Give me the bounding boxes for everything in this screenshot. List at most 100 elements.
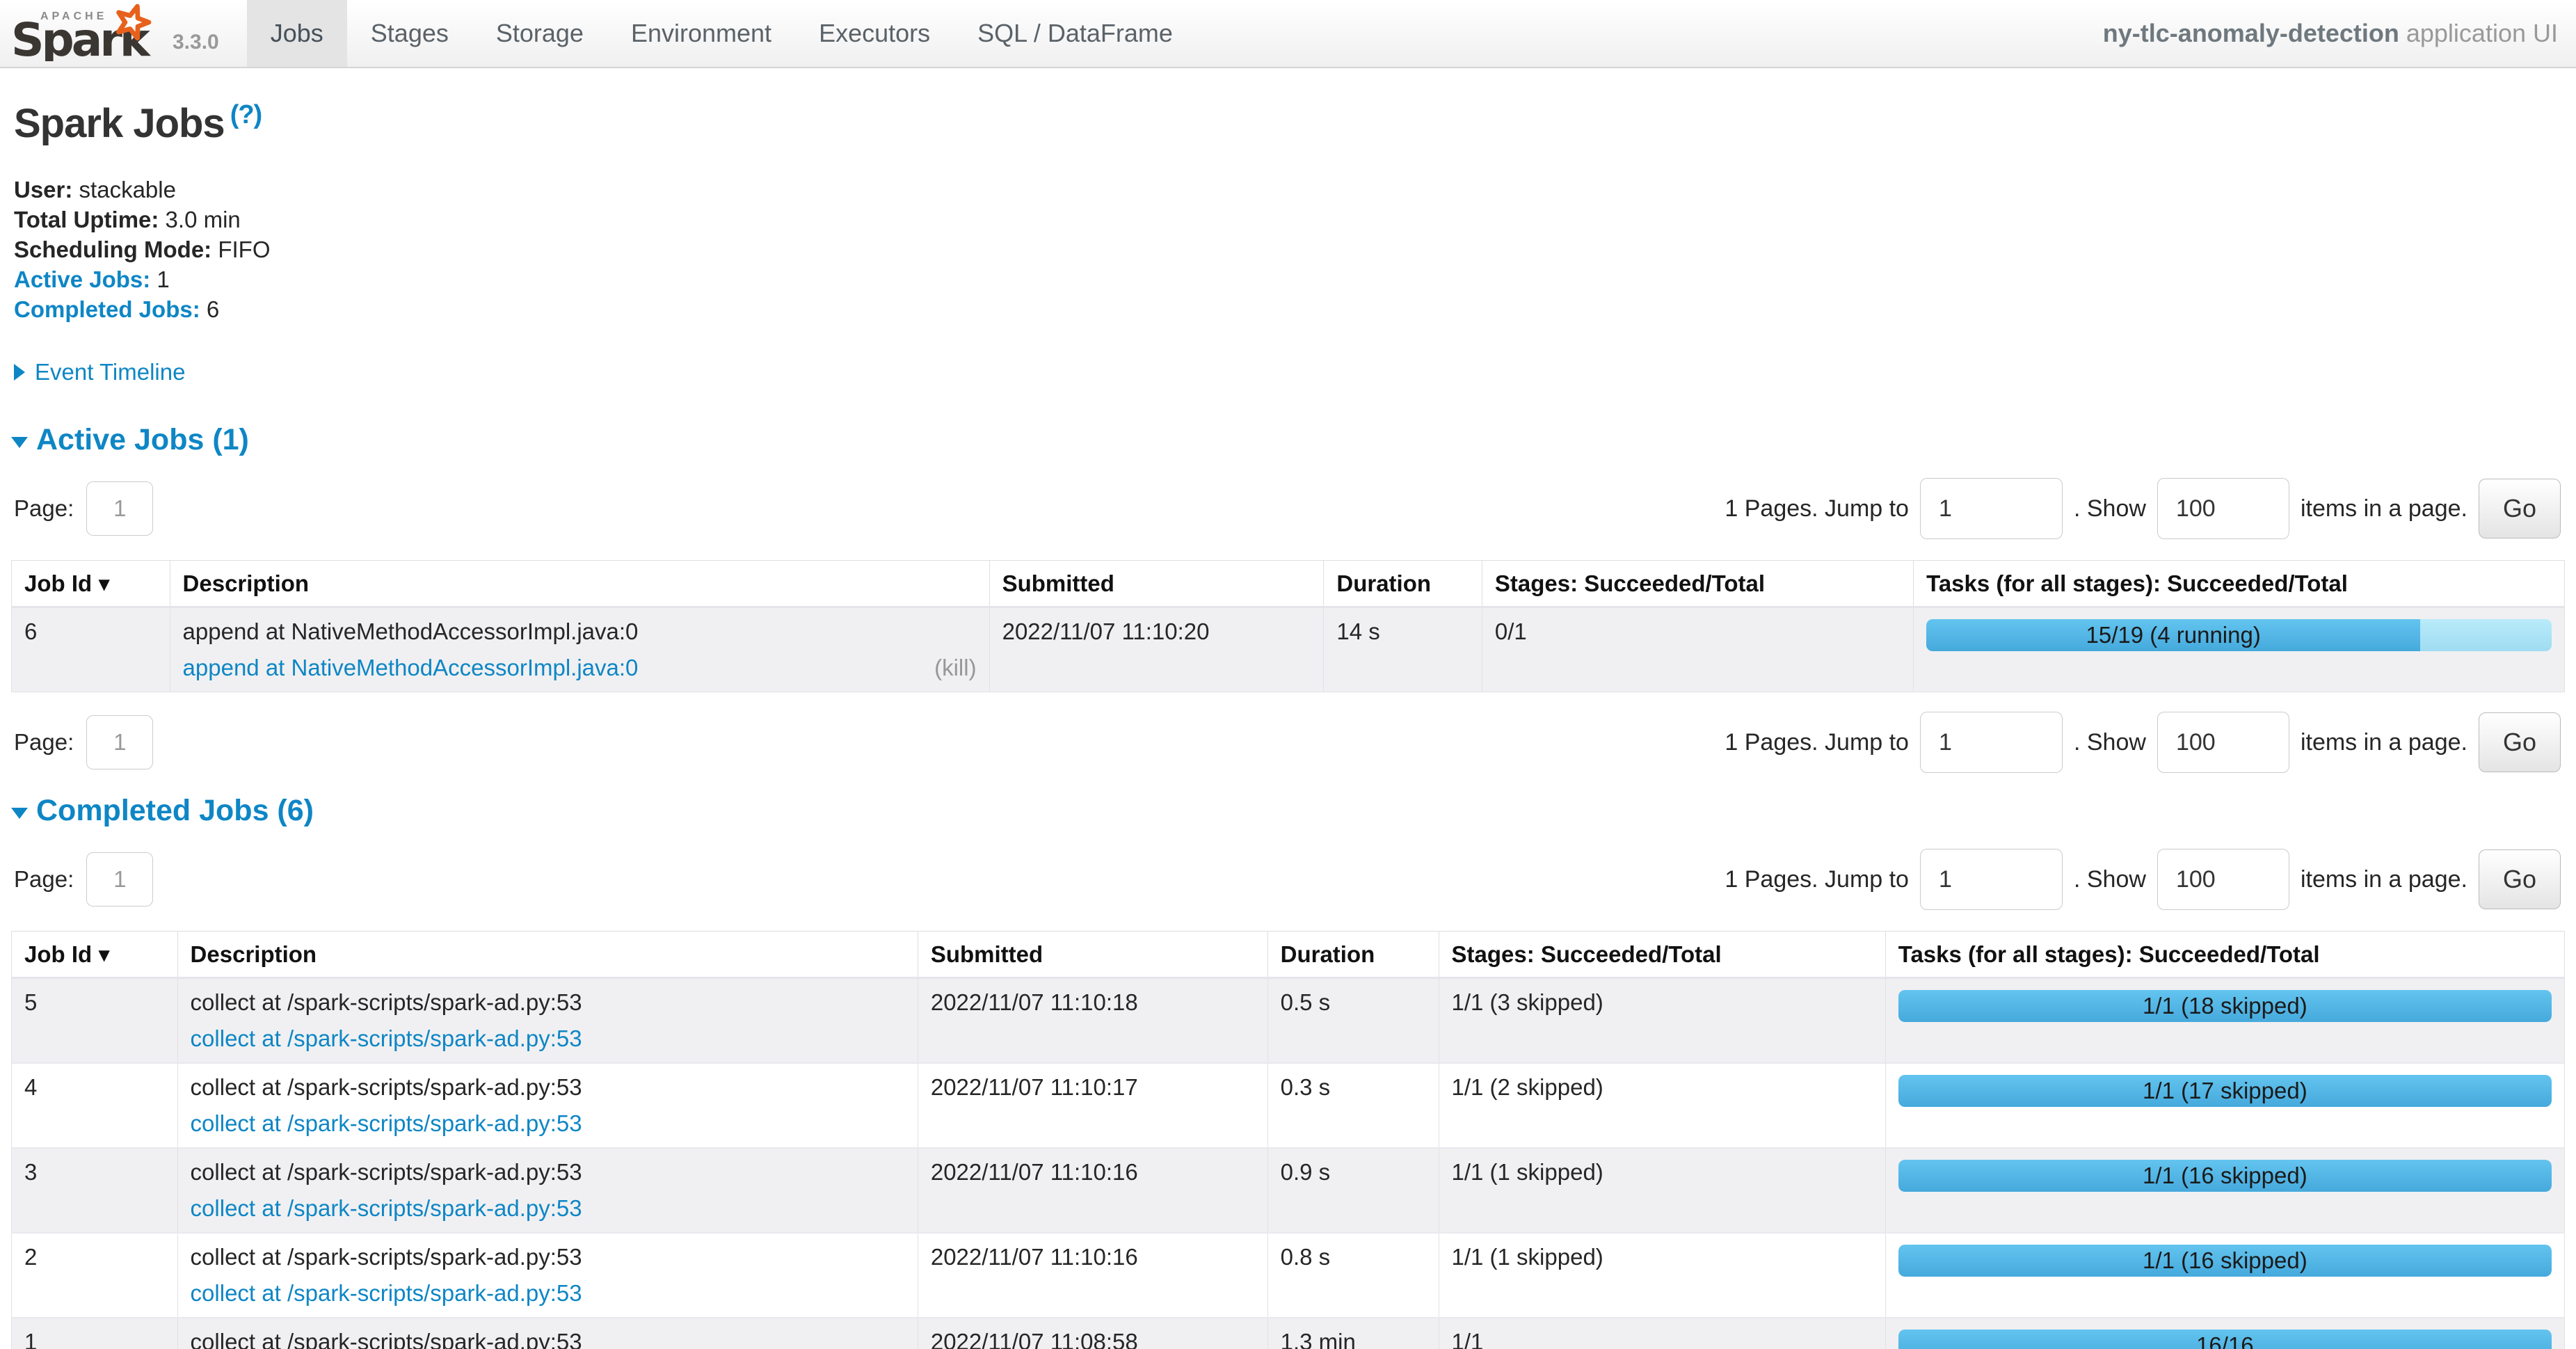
active-jobs-header[interactable]: Active Jobs (1) [11,423,2565,457]
jump-to-page-input[interactable] [1920,712,2063,773]
job-tasks-cell: 1/1 (18 skipped) [1885,978,2564,1064]
nav-tab-environment[interactable]: Environment [607,0,795,67]
summary-item: Active Jobs: 1 [14,264,2565,294]
summary-item: Completed Jobs: 6 [14,294,2565,324]
job-description-cell: collect at /spark-scripts/spark-ad.py:53… [177,1318,918,1349]
active-jobs-table: Job Id ▾DescriptionSubmittedDurationStag… [11,560,2565,692]
job-description-cell: collect at /spark-scripts/spark-ad.py:53… [177,1148,918,1233]
tasks-progress-bar: 15/19 (4 running) [1926,619,2552,651]
job-description-link[interactable]: collect at /spark-scripts/spark-ad.py:53 [191,1025,582,1053]
summary-link-label[interactable]: Active Jobs: [14,266,150,292]
table-header-row: Job Id ▾DescriptionSubmittedDurationStag… [12,561,2565,607]
tasks-progress-bar: 16/16 [1898,1330,2552,1349]
nav-tab-storage[interactable]: Storage [472,0,607,67]
tasks-progress-bar: 1/1 (16 skipped) [1898,1245,2552,1277]
job-submitted-cell: 2022/11/07 11:08:58 [918,1318,1267,1349]
application-name: ny-tlc-anomaly-detection [2103,19,2399,48]
go-button[interactable]: Go [2479,849,2561,909]
column-header[interactable]: Tasks (for all stages): Succeeded/Total [1914,561,2565,607]
column-header[interactable]: Duration [1324,561,1482,607]
job-stages-cell: 1/1 (3 skipped) [1439,978,1885,1064]
nav-tab-sql-dataframe[interactable]: SQL / DataFrame [954,0,1197,67]
nav-tab-stages[interactable]: Stages [347,0,472,67]
tasks-progress-bar: 1/1 (17 skipped) [1898,1075,2552,1107]
pagination-bar: Page: 1 Pages. Jump to . Show items in a… [11,712,2565,773]
job-tasks-cell: 1/1 (17 skipped) [1885,1063,2564,1148]
triangle-down-icon [11,437,28,448]
spark-logo-icon: APACHE Spark [10,1,168,61]
items-per-page-input[interactable] [2157,849,2289,910]
column-header[interactable]: Submitted [989,561,1324,607]
tasks-progress-fill: 1/1 (16 skipped) [1898,1245,2552,1277]
job-description: collect at /spark-scripts/spark-ad.py:53 [191,989,905,1016]
page-number-input[interactable] [86,715,153,769]
event-timeline-toggle[interactable]: Event Timeline [14,359,2565,385]
nav-tab-jobs[interactable]: Jobs [247,0,347,67]
column-header[interactable]: Job Id ▾ [12,561,170,607]
job-row: 5 collect at /spark-scripts/spark-ad.py:… [12,978,2565,1064]
completed-jobs-table: Job Id ▾DescriptionSubmittedDurationStag… [11,931,2565,1349]
spark-logo: APACHE Spark 3.3.0 [0,0,226,67]
job-description: collect at /spark-scripts/spark-ad.py:53 [191,1158,905,1186]
items-per-page-input[interactable] [2157,478,2289,539]
job-submitted-cell: 2022/11/07 11:10:20 [989,607,1324,692]
job-row: 4 collect at /spark-scripts/spark-ad.py:… [12,1063,2565,1148]
job-row: 6 append at NativeMethodAccessorImpl.jav… [12,607,2565,692]
application-ui-suffix: application UI [2406,19,2558,48]
show-text: . Show [2074,866,2146,893]
column-header[interactable]: Submitted [918,932,1267,978]
column-header[interactable]: Stages: Succeeded/Total [1439,932,1885,978]
column-header[interactable]: Stages: Succeeded/Total [1482,561,1913,607]
column-header[interactable]: Description [170,561,989,607]
job-row: 1 collect at /spark-scripts/spark-ad.py:… [12,1318,2565,1349]
summary-list: User: stackableTotal Uptime: 3.0 minSche… [14,175,2565,324]
column-header[interactable]: Duration [1267,932,1439,978]
column-header[interactable]: Job Id ▾ [12,932,178,978]
tasks-progress-fill: 15/19 (4 running) [1926,619,2420,651]
summary-value: 6 [200,296,220,322]
job-duration-cell: 0.3 s [1267,1063,1439,1148]
job-description-link[interactable]: append at NativeMethodAccessorImpl.java:… [183,654,639,682]
go-button[interactable]: Go [2479,479,2561,538]
job-description-link[interactable]: collect at /spark-scripts/spark-ad.py:53 [191,1195,582,1222]
tasks-progress-fill: 1/1 (16 skipped) [1898,1160,2552,1192]
items-per-page-input[interactable] [2157,712,2289,773]
help-link[interactable]: (?) [230,100,262,129]
job-description: collect at /spark-scripts/spark-ad.py:53 [191,1328,905,1349]
pagination-bar: Page: 1 Pages. Jump to . Show items in a… [11,478,2565,539]
job-description-link[interactable]: collect at /spark-scripts/spark-ad.py:53 [191,1110,582,1138]
job-tasks-cell: 1/1 (16 skipped) [1885,1233,2564,1318]
summary-label: Scheduling Mode: [14,237,211,262]
summary-value: stackable [72,177,176,202]
go-button[interactable]: Go [2479,712,2561,772]
triangle-right-icon [14,364,25,381]
job-duration-cell: 1.3 min [1267,1318,1439,1349]
page-label: Page: [14,729,74,756]
jump-to-page-input[interactable] [1920,478,2063,539]
summary-value: 3.0 min [159,207,240,232]
column-header[interactable]: Description [177,932,918,978]
completed-jobs-header[interactable]: Completed Jobs (6) [11,794,2565,828]
kill-link[interactable]: (kill) [934,654,976,682]
show-text: . Show [2074,495,2146,522]
summary-item: Scheduling Mode: FIFO [14,234,2565,264]
job-tasks-cell: 15/19 (4 running) [1914,607,2565,692]
page-number-input[interactable] [86,852,153,907]
summary-link-label[interactable]: Completed Jobs: [14,296,200,322]
summary-item: User: stackable [14,175,2565,205]
job-id-cell: 3 [12,1148,178,1233]
job-description-cell: collect at /spark-scripts/spark-ad.py:53… [177,1063,918,1148]
job-description-link[interactable]: collect at /spark-scripts/spark-ad.py:53 [191,1279,582,1307]
items-in-page-text: items in a page. [2301,729,2467,756]
column-header[interactable]: Tasks (for all stages): Succeeded/Total [1885,932,2564,978]
items-in-page-text: items in a page. [2301,495,2467,522]
job-id-cell: 4 [12,1063,178,1148]
nav-tab-executors[interactable]: Executors [795,0,954,67]
jump-to-page-input[interactable] [1920,849,2063,910]
job-duration-cell: 0.9 s [1267,1148,1439,1233]
pagination-bar-active-top: Page: 1 Pages. Jump to . Show items in a… [11,478,2565,539]
tasks-progress-fill: 16/16 [1898,1330,2552,1349]
page-number-input[interactable] [86,481,153,536]
summary-value: 1 [150,266,170,292]
job-description: collect at /spark-scripts/spark-ad.py:53 [191,1073,905,1101]
